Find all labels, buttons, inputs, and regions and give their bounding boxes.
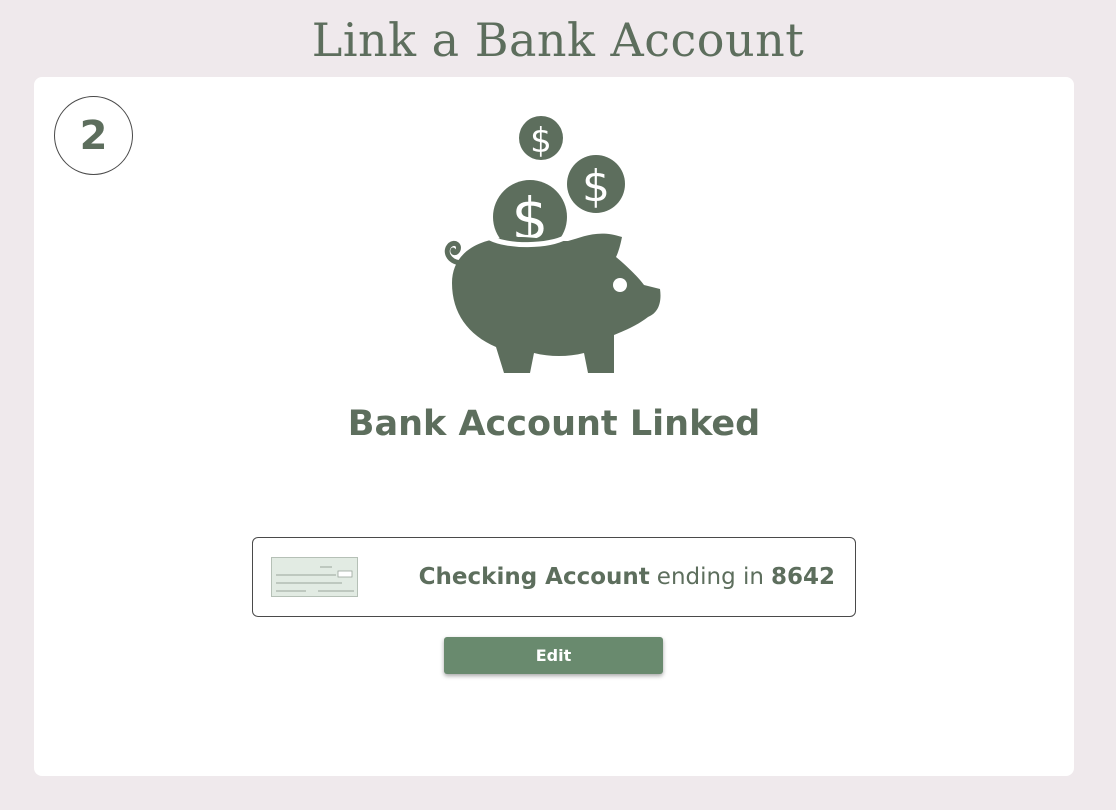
- account-last4: 8642: [770, 564, 835, 590]
- page-title: Link a Bank Account: [311, 13, 805, 67]
- dollar-coin-icon: $: [567, 155, 625, 213]
- svg-text:$: $: [582, 161, 610, 212]
- account-connector-text: ending in: [656, 564, 764, 590]
- account-description: Checking Account ending in 8642: [419, 538, 835, 616]
- piggy-bank-illustration: $ $ $: [438, 113, 668, 375]
- edit-button[interactable]: Edit: [444, 637, 663, 674]
- check-image-icon: [271, 557, 358, 597]
- dollar-coin-icon: $: [519, 116, 563, 161]
- status-heading: Bank Account Linked: [347, 404, 761, 444]
- svg-text:$: $: [530, 121, 552, 161]
- linked-account-summary: Checking Account ending in 8642: [252, 537, 856, 617]
- account-type: Checking Account: [418, 564, 650, 590]
- step-number-badge: 2: [54, 96, 133, 175]
- link-account-card: 2 $ $ $ Bank Account Linked Checking Acc…: [34, 77, 1074, 776]
- piggy-bank-icon: $ $ $: [444, 116, 661, 373]
